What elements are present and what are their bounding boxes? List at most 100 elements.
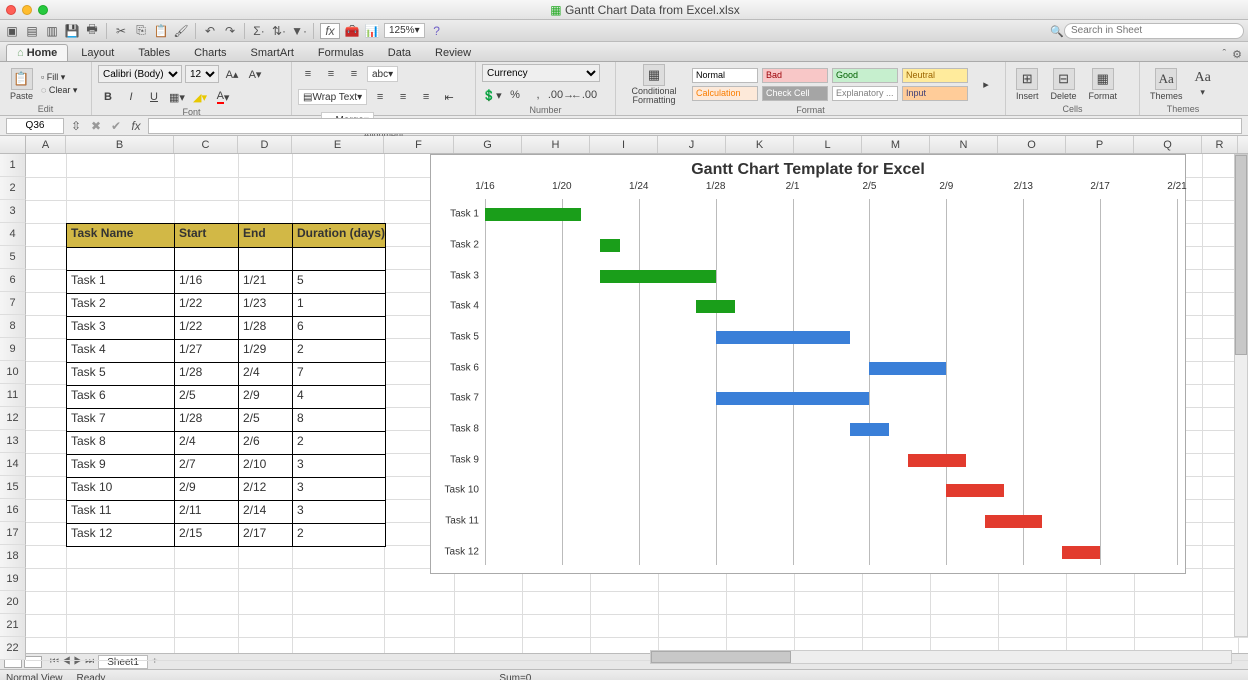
- font-color-button[interactable]: A▾: [213, 87, 233, 107]
- column-header[interactable]: K: [726, 136, 794, 153]
- cell-style-swatch[interactable]: Input: [902, 86, 968, 101]
- column-header[interactable]: C: [174, 136, 238, 153]
- search-box[interactable]: 🔍: [1064, 23, 1244, 39]
- table-cell[interactable]: [175, 248, 239, 270]
- chart-icon[interactable]: 📊: [364, 23, 380, 39]
- cell-style-swatch[interactable]: Normal: [692, 68, 758, 83]
- table-cell[interactable]: [239, 248, 293, 270]
- table-cell[interactable]: Task 8: [67, 432, 175, 454]
- open-icon[interactable]: ▥: [44, 23, 60, 39]
- table-cell[interactable]: 3: [293, 478, 385, 500]
- table-cell[interactable]: 2/4: [175, 432, 239, 454]
- close-icon[interactable]: [6, 5, 16, 15]
- tab-review[interactable]: Review: [424, 44, 482, 61]
- gantt-bar[interactable]: [869, 362, 946, 375]
- undo-icon[interactable]: ↶: [202, 23, 218, 39]
- increase-font-icon[interactable]: A▴: [222, 64, 242, 84]
- column-header[interactable]: B: [66, 136, 174, 153]
- comma-icon[interactable]: ,: [528, 85, 548, 105]
- gear-icon[interactable]: ⚙: [1232, 48, 1242, 61]
- cell-styles-gallery[interactable]: NormalBadGoodNeutralCalculationCheck Cel…: [692, 68, 970, 102]
- namebox-dropdown-icon[interactable]: ⇳: [68, 118, 84, 134]
- column-header[interactable]: G: [454, 136, 522, 153]
- table-cell[interactable]: 8: [293, 409, 385, 431]
- scrollbar-thumb[interactable]: [1235, 155, 1247, 355]
- cell-style-swatch[interactable]: Neutral: [902, 68, 968, 83]
- row-header[interactable]: 11: [0, 384, 26, 407]
- tab-formulas[interactable]: Formulas: [307, 44, 375, 61]
- minimize-icon[interactable]: [22, 5, 32, 15]
- gantt-bar[interactable]: [600, 239, 619, 252]
- wrap-text-button[interactable]: ▤ Wrap Text ▾: [298, 89, 367, 105]
- fx-insert-icon[interactable]: fx: [128, 118, 144, 134]
- table-cell[interactable]: 2/5: [239, 409, 293, 431]
- cell-style-swatch[interactable]: Check Cell: [762, 86, 828, 101]
- accept-formula-icon[interactable]: ✔: [108, 118, 124, 134]
- cancel-formula-icon[interactable]: ✖: [88, 118, 104, 134]
- tab-smartart[interactable]: SmartArt: [240, 44, 305, 61]
- row-header[interactable]: 19: [0, 568, 26, 591]
- decrease-font-icon[interactable]: A▾: [245, 64, 265, 84]
- table-cell[interactable]: 2/14: [239, 501, 293, 523]
- gantt-bar[interactable]: [1062, 546, 1100, 559]
- zoom-icon[interactable]: [38, 5, 48, 15]
- row-header[interactable]: 3: [0, 200, 26, 223]
- name-box[interactable]: [6, 118, 64, 134]
- table-cell[interactable]: 1/22: [175, 317, 239, 339]
- table-cell[interactable]: 7: [293, 363, 385, 385]
- tab-layout[interactable]: Layout: [70, 44, 125, 61]
- table-cell[interactable]: 2/9: [239, 386, 293, 408]
- table-cell[interactable]: 2/6: [239, 432, 293, 454]
- ms-icon[interactable]: ▣: [4, 23, 20, 39]
- row-header[interactable]: 9: [0, 338, 26, 361]
- sort-icon[interactable]: ⇅·: [271, 23, 287, 39]
- row-header[interactable]: 18: [0, 545, 26, 568]
- column-header[interactable]: H: [522, 136, 590, 153]
- gantt-bar[interactable]: [600, 270, 715, 283]
- table-cell[interactable]: 2/5: [175, 386, 239, 408]
- row-header[interactable]: 15: [0, 476, 26, 499]
- scrollbar-thumb[interactable]: [651, 651, 791, 663]
- row-header[interactable]: 5: [0, 246, 26, 269]
- table-cell[interactable]: 2/7: [175, 455, 239, 477]
- gantt-bar[interactable]: [850, 423, 888, 436]
- table-cell[interactable]: 2/12: [239, 478, 293, 500]
- clear-button[interactable]: ◌ Clear ▾: [41, 85, 77, 96]
- gantt-bar[interactable]: [485, 208, 581, 221]
- table-cell[interactable]: [293, 248, 385, 270]
- grid-body[interactable]: Task NameStartEndDuration (days)Task 11/…: [0, 154, 1248, 653]
- cell-style-swatch[interactable]: Good: [832, 68, 898, 83]
- table-cell[interactable]: 1/21: [239, 271, 293, 293]
- table-cell[interactable]: 1: [293, 294, 385, 316]
- vertical-scrollbar[interactable]: [1234, 154, 1248, 637]
- gallery-more-icon[interactable]: ▸: [976, 75, 996, 95]
- row-header[interactable]: 2: [0, 177, 26, 200]
- zoom-dropdown[interactable]: 125% ▾: [384, 23, 425, 38]
- row-header[interactable]: 20: [0, 591, 26, 614]
- percent-icon[interactable]: %: [505, 85, 525, 105]
- table-cell[interactable]: 2/4: [239, 363, 293, 385]
- fx-icon[interactable]: fx: [320, 23, 340, 39]
- table-cell[interactable]: 2: [293, 432, 385, 454]
- column-header[interactable]: F: [384, 136, 454, 153]
- table-cell[interactable]: [67, 248, 175, 270]
- fill-color-button[interactable]: ◢▾: [190, 87, 210, 107]
- align-bottom-icon[interactable]: ≡: [344, 64, 364, 84]
- collapse-ribbon-icon[interactable]: ˆ: [1222, 48, 1226, 61]
- table-cell[interactable]: Task 9: [67, 455, 175, 477]
- column-header[interactable]: M: [862, 136, 930, 153]
- view-layout-icon[interactable]: [24, 656, 42, 668]
- autosum-icon[interactable]: Σ·: [251, 23, 267, 39]
- table-cell[interactable]: Task 4: [67, 340, 175, 362]
- table-cell[interactable]: 1/28: [175, 363, 239, 385]
- cell-style-swatch[interactable]: Calculation: [692, 86, 758, 101]
- table-cell[interactable]: 3: [293, 455, 385, 477]
- gantt-bar[interactable]: [946, 484, 1004, 497]
- format-painter-icon[interactable]: 🖌: [173, 23, 189, 39]
- table-cell[interactable]: 5: [293, 271, 385, 293]
- table-cell[interactable]: 4: [293, 386, 385, 408]
- conditional-formatting-button[interactable]: ▦ Conditional Formatting: [622, 64, 686, 105]
- tab-home[interactable]: ⌂ Home: [6, 44, 68, 61]
- currency-icon[interactable]: 💲▾: [482, 85, 502, 105]
- cell-style-swatch[interactable]: Explanatory ...: [832, 86, 898, 101]
